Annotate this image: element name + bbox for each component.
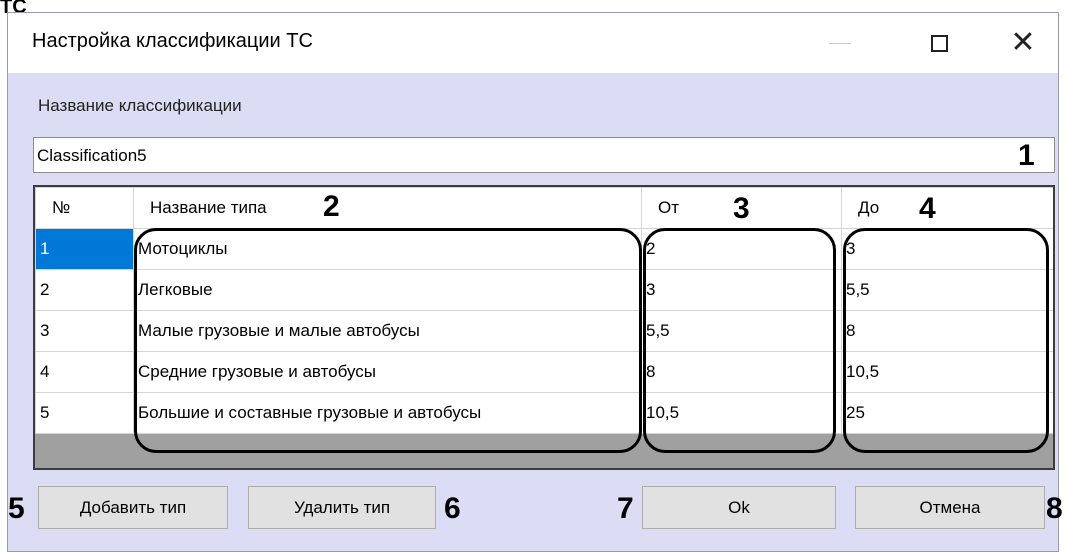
column-header-number[interactable]: № [35, 187, 134, 229]
callout-7: 7 [617, 492, 634, 525]
window-title: Настройка классификации ТС [32, 30, 313, 52]
callout-3: 3 [733, 192, 750, 225]
close-icon: ✕ [1010, 25, 1036, 60]
annotation-oval-type-names [134, 228, 642, 453]
cancel-button[interactable]: Отмена [855, 486, 1045, 529]
minimize-icon [829, 42, 851, 44]
callout-6: 6 [444, 492, 461, 525]
ok-button[interactable]: Ok [642, 486, 836, 529]
maximize-icon [930, 34, 948, 52]
row-number-cell[interactable]: 5 [35, 392, 134, 434]
column-header-type-name[interactable]: Название типа [133, 187, 642, 229]
callout-4: 4 [919, 192, 936, 225]
classification-name-label: Название классификации [38, 96, 242, 115]
callout-1: 1 [1018, 139, 1035, 172]
delete-type-button[interactable]: Удалить тип [248, 486, 436, 529]
callout-8: 8 [1046, 492, 1063, 525]
column-header-to[interactable]: До [841, 187, 1053, 229]
annotation-oval-to [843, 228, 1049, 453]
row-number-cell[interactable]: 2 [35, 269, 134, 311]
minimize-button[interactable] [812, 20, 868, 66]
maximize-button[interactable] [911, 20, 967, 66]
header-row: № Название типа От До [35, 187, 1053, 229]
callout-2: 2 [323, 190, 340, 223]
callout-5: 5 [8, 492, 25, 525]
classification-name-input[interactable]: Classification5 [33, 137, 1055, 173]
close-button[interactable]: ✕ [995, 20, 1051, 66]
add-type-button[interactable]: Добавить тип [38, 486, 228, 529]
row-number-cell[interactable]: 3 [35, 310, 134, 352]
row-number-cell[interactable]: 4 [35, 351, 134, 393]
row-number-cell[interactable]: 1 [35, 228, 134, 270]
annotation-oval-from [643, 228, 836, 453]
